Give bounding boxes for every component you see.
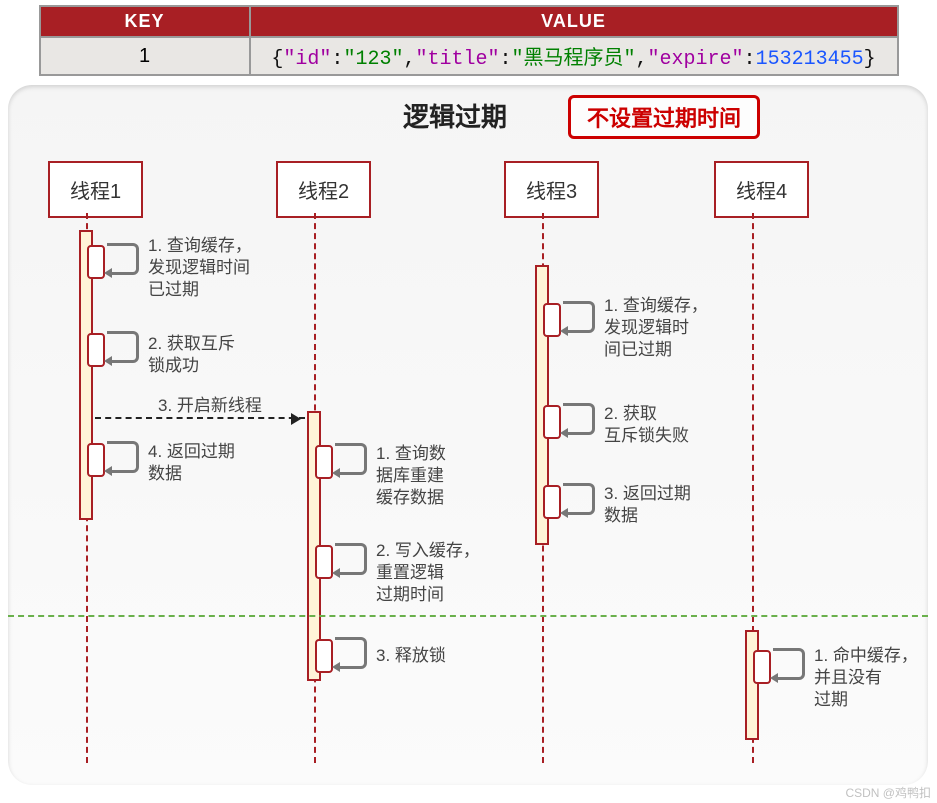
label-t1-1: 1. 查询缓存， 发现逻辑时间 已过期 [148, 235, 252, 301]
label-t2-2: 2. 写入缓存， 重置逻辑 过期时间 [376, 540, 480, 606]
lane-head-2: 线程2 [276, 161, 371, 218]
th-key: KEY [40, 6, 250, 37]
label-t1-4: 4. 返回过期 数据 [148, 441, 235, 485]
panel-badge: 不设置过期时间 [568, 95, 760, 139]
label-t2-1: 1. 查询数 据库重建 缓存数据 [376, 443, 446, 509]
lane-head-1: 线程1 [48, 161, 143, 218]
label-t3-2: 2. 获取 互斥锁失败 [604, 403, 689, 447]
self-arrow-icon [563, 301, 595, 333]
activation-4 [745, 630, 759, 740]
panel-title: 逻辑过期 [403, 97, 507, 134]
lane-head-4: 线程4 [714, 161, 809, 218]
td-key: 1 [40, 37, 250, 75]
sequence-panel: 逻辑过期 不设置过期时间 线程1 线程2 线程3 线程4 1. 查询缓存， 发现… [8, 85, 928, 785]
self-arrow-icon [107, 441, 139, 473]
self-arrow-icon [335, 543, 367, 575]
label-t1-3: 3. 开启新线程 [158, 395, 262, 417]
label-t4-1: 1. 命中缓存， 并且没有 过期 [814, 645, 918, 711]
kv-table: KEY VALUE 1 {"id":"123","title":"黑马程序员",… [39, 5, 899, 76]
time-divider [8, 615, 928, 617]
label-t2-3: 3. 释放锁 [376, 645, 446, 667]
self-arrow-icon [335, 637, 367, 669]
self-arrow-icon [563, 483, 595, 515]
label-t3-3: 3. 返回过期 数据 [604, 483, 691, 527]
self-arrow-icon [773, 648, 805, 680]
label-t1-2: 2. 获取互斥 锁成功 [148, 333, 235, 377]
label-t3-1: 1. 查询缓存， 发现逻辑时 间已过期 [604, 295, 708, 361]
self-arrow-icon [107, 331, 139, 363]
message-arrow [95, 417, 305, 419]
self-arrow-icon [335, 443, 367, 475]
lane-head-3: 线程3 [504, 161, 599, 218]
th-value: VALUE [250, 6, 898, 37]
self-arrow-icon [107, 243, 139, 275]
watermark: CSDN @鸡鸭扣 [845, 784, 931, 801]
self-arrow-icon [563, 403, 595, 435]
td-value: {"id":"123","title":"黑马程序员","expire":153… [250, 37, 898, 75]
